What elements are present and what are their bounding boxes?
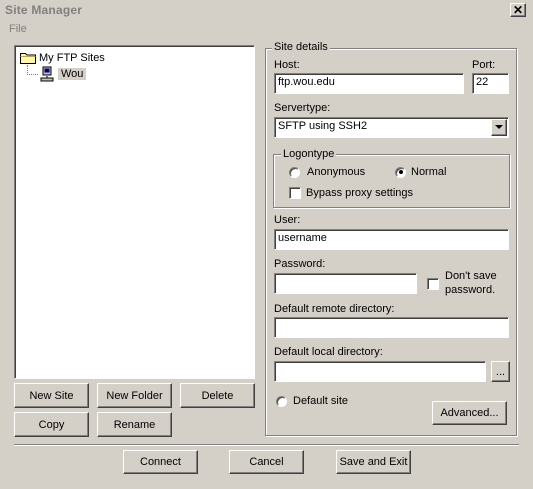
delete-button[interactable]: Delete	[180, 383, 255, 408]
anonymous-radio-circle[interactable]	[289, 166, 300, 178]
logontype-group	[273, 154, 510, 208]
site-tree[interactable]: My FTP Sites Wou	[14, 45, 255, 379]
window-title: Site Manager	[5, 3, 83, 17]
password-label: Password:	[274, 258, 326, 270]
tree-item-wou[interactable]: Wou	[39, 66, 87, 82]
rename-button[interactable]: Rename	[97, 412, 172, 437]
menu-file[interactable]: File	[9, 23, 27, 35]
default-site-radio-circle[interactable]	[276, 395, 287, 407]
connect-button[interactable]: Connect	[123, 450, 198, 474]
bypass-proxy-checkbox[interactable]: Bypass proxy settings	[289, 187, 413, 199]
close-icon: ✕	[512, 3, 524, 17]
dont-save-password-checkbox[interactable]	[427, 278, 439, 290]
password-input[interactable]	[274, 273, 417, 294]
new-site-button[interactable]: New Site	[14, 383, 89, 408]
host-label: Host:	[274, 59, 300, 71]
tree-item-my-ftp-sites[interactable]: My FTP Sites	[20, 51, 105, 64]
new-folder-button[interactable]: New Folder	[97, 383, 172, 408]
dropdown-button[interactable]	[491, 119, 507, 136]
normal-radio[interactable]: Normal	[395, 166, 446, 178]
dont-save-label-line1: Don't save	[445, 270, 497, 282]
tree-label-my-ftp-sites: My FTP Sites	[39, 51, 105, 64]
default-site-label: Default site	[293, 395, 349, 407]
logontype-label: Logontype	[281, 148, 337, 160]
tree-connector	[27, 74, 38, 75]
browse-button[interactable]: ...	[491, 361, 510, 382]
default-site-radio[interactable]: Default site	[276, 395, 348, 407]
computer-icon	[40, 66, 54, 82]
dont-save-label-line2: password.	[445, 284, 496, 296]
local-dir-label: Default local directory:	[274, 346, 383, 358]
title-bar: Site Manager ✕	[0, 0, 533, 20]
advanced-button[interactable]: Advanced...	[432, 401, 507, 425]
servertype-select[interactable]: SFTP using SSH2	[274, 117, 509, 138]
save-and-exit-button[interactable]: Save and Exit	[336, 450, 411, 474]
servertype-value: SFTP using SSH2	[278, 120, 368, 132]
port-label: Port:	[472, 59, 496, 71]
anonymous-label: Anonymous	[307, 166, 366, 178]
host-input[interactable]: ftp.wou.edu	[274, 73, 464, 94]
local-dir-input[interactable]	[274, 361, 486, 382]
servertype-label: Servertype:	[274, 102, 331, 114]
anonymous-radio[interactable]: Anonymous	[289, 166, 365, 178]
remote-dir-label: Default remote directory:	[274, 303, 395, 315]
tree-label-wou: Wou	[58, 68, 87, 80]
bottom-separator	[14, 444, 519, 446]
chevron-down-icon	[495, 125, 503, 129]
cancel-button[interactable]: Cancel	[229, 450, 304, 474]
user-label: User:	[274, 214, 301, 226]
copy-button[interactable]: Copy	[14, 412, 89, 437]
close-button[interactable]: ✕	[510, 3, 526, 17]
normal-label: Normal	[411, 166, 447, 178]
normal-radio-circle[interactable]	[395, 166, 406, 178]
port-input[interactable]: 22	[472, 73, 509, 94]
folder-icon	[20, 53, 36, 64]
bypass-proxy-box[interactable]	[289, 187, 301, 199]
user-input[interactable]: username	[274, 229, 509, 250]
remote-dir-input[interactable]	[274, 317, 509, 338]
site-details-label: Site details	[272, 41, 330, 53]
bypass-proxy-label: Bypass proxy settings	[306, 187, 413, 199]
